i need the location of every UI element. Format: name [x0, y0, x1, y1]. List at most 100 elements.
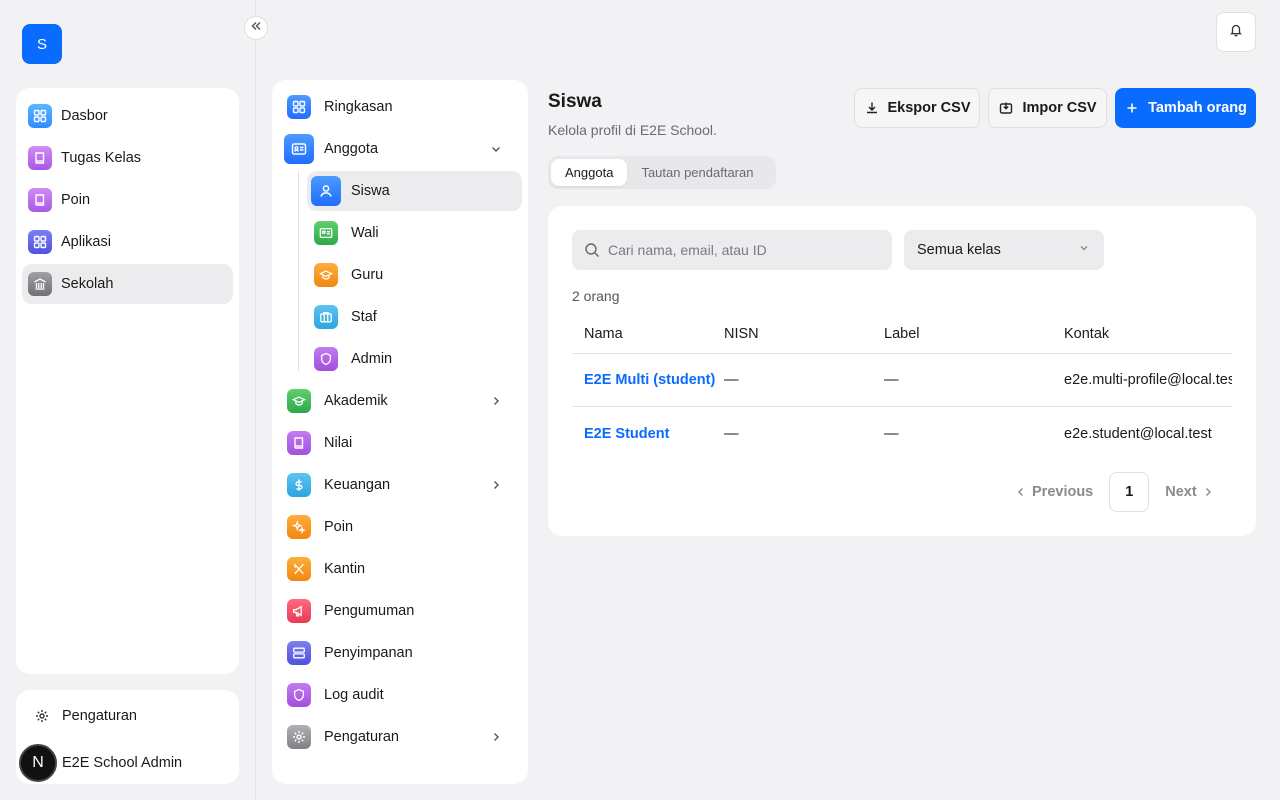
- subnav-label: Akademik: [324, 393, 388, 409]
- avatar: N: [19, 744, 57, 782]
- subnav-item-wali[interactable]: Wali: [307, 213, 522, 253]
- column-header[interactable]: Label: [884, 326, 1064, 342]
- sparkles-icon: [287, 515, 311, 539]
- subnav-item-pengumuman[interactable]: Pengumuman: [278, 591, 522, 631]
- subnav-item-log-audit[interactable]: Log audit: [278, 675, 522, 715]
- gear-icon: [34, 708, 50, 724]
- subnav-label: Penyimpanan: [324, 645, 413, 661]
- id-card-icon: [284, 134, 314, 164]
- shield-icon: [314, 347, 338, 371]
- add-person-button[interactable]: Tambah orang: [1115, 88, 1256, 128]
- sidebar-item-label: Sekolah: [61, 276, 114, 292]
- user-menu[interactable]: N E2E School Admin: [19, 744, 182, 782]
- sidebar-item-sekolah[interactable]: Sekolah: [22, 264, 233, 304]
- sidebar-item-aplikasi[interactable]: Aplikasi: [22, 222, 233, 262]
- subnav-item-nilai[interactable]: Nilai: [278, 423, 522, 463]
- subnav-item-akademik[interactable]: Akademik: [278, 381, 522, 421]
- dollar-icon: [287, 473, 311, 497]
- book-icon: [287, 431, 311, 455]
- table-row[interactable]: E2E Multi (student) — — e2e.multi-profil…: [572, 354, 1232, 407]
- nisn-cell: —: [724, 425, 739, 442]
- app-logo[interactable]: S: [22, 24, 62, 64]
- next-page-button[interactable]: Next: [1165, 484, 1212, 500]
- class-filter-select[interactable]: Semua kelas: [904, 230, 1104, 270]
- export-csv-label: Ekspor CSV: [887, 100, 971, 116]
- user-name: E2E School Admin: [62, 755, 183, 771]
- page-title: Siswa: [548, 91, 602, 112]
- subnav-label: Staf: [351, 309, 377, 325]
- export-csv-button[interactable]: Ekspor CSV: [854, 88, 980, 128]
- gear-icon: [287, 725, 311, 749]
- chevron-right-icon: [488, 477, 504, 493]
- search-input[interactable]: [608, 242, 888, 258]
- table-row[interactable]: E2E Student — — e2e.student@local.test: [572, 407, 1232, 460]
- briefcase-icon: [314, 305, 338, 329]
- page-number-button[interactable]: 1: [1109, 472, 1150, 512]
- previous-page-button[interactable]: Previous: [1016, 484, 1093, 500]
- collapse-sidebar-button[interactable]: [244, 16, 268, 40]
- subnav-label: Admin: [351, 351, 393, 367]
- previous-label: Previous: [1032, 484, 1094, 500]
- subnav-item-penyimpanan[interactable]: Penyimpanan: [278, 633, 522, 673]
- subnav-item-pengaturan[interactable]: Pengaturan: [278, 717, 522, 757]
- subnav-label: Guru: [351, 267, 384, 283]
- column-header[interactable]: Kontak: [1064, 326, 1232, 342]
- label-cell: —: [884, 372, 899, 388]
- student-name-link[interactable]: E2E Multi (student): [584, 372, 715, 388]
- graduation-cap-icon: [314, 263, 338, 287]
- subnav-label: Pengaturan: [324, 729, 399, 745]
- pagination: Previous 1 Next: [1016, 472, 1213, 512]
- subnav-item-kantin[interactable]: Kantin: [278, 549, 522, 589]
- sidebar-item-label: Aplikasi: [61, 234, 111, 250]
- column-header[interactable]: Nama: [572, 326, 724, 342]
- grid-icon: [287, 95, 311, 119]
- nisn-cell: —: [724, 372, 739, 388]
- settings-link[interactable]: Pengaturan: [34, 706, 137, 726]
- subnav-item-poin[interactable]: Poin: [278, 507, 522, 547]
- subnav-label: Nilai: [324, 435, 353, 451]
- members-table: Nama NISN Label Kontak E2E Multi (studen…: [572, 314, 1232, 460]
- class-filter-value: Semua kelas: [917, 242, 1001, 258]
- student-name-link[interactable]: E2E Student: [584, 426, 669, 442]
- chevrons-left-icon: [250, 19, 262, 37]
- grid-icon: [28, 104, 52, 128]
- column-header[interactable]: NISN: [724, 326, 884, 342]
- sidebar-footer: Pengaturan N E2E School Admin: [16, 690, 239, 784]
- book-icon: [28, 146, 52, 170]
- subnav-item-staf[interactable]: Staf: [307, 297, 522, 337]
- chevron-right-icon: [488, 729, 504, 745]
- subnav-item-guru[interactable]: Guru: [307, 255, 522, 295]
- label-cell: —: [884, 425, 899, 442]
- download-icon: [864, 100, 880, 116]
- sidebar-item-label: Tugas Kelas: [61, 150, 142, 166]
- section-nav: Ringkasan Anggota Siswa Wali Guru Staf A…: [272, 80, 528, 784]
- search-icon: [584, 242, 600, 258]
- chevron-right-icon: [1203, 487, 1213, 497]
- subnav-item-siswa[interactable]: Siswa: [307, 171, 522, 211]
- tab-tautan-pendaftaran[interactable]: Tautan pendaftaran: [627, 159, 767, 186]
- bell-icon: [1229, 23, 1243, 42]
- import-csv-button[interactable]: Impor CSV: [988, 88, 1107, 128]
- subnav-item-ringkasan[interactable]: Ringkasan: [278, 87, 522, 127]
- subnav-item-keuangan[interactable]: Keuangan: [278, 465, 522, 505]
- table-header: Nama NISN Label Kontak: [572, 314, 1232, 354]
- subnav-label: Poin: [324, 519, 354, 535]
- sidebar-item-poin[interactable]: Poin: [22, 180, 233, 220]
- notifications-button[interactable]: [1216, 12, 1256, 52]
- utensils-icon: [287, 557, 311, 581]
- user-icon: [311, 176, 341, 206]
- graduation-cap-icon: [287, 389, 311, 413]
- subnav-item-anggota[interactable]: Anggota: [278, 129, 522, 169]
- sidebar-item-label: Poin: [61, 192, 91, 208]
- subnav-item-admin[interactable]: Admin: [307, 339, 522, 379]
- sidebar-item-dasbor[interactable]: Dasbor: [22, 96, 233, 136]
- apps-icon: [28, 230, 52, 254]
- anggota-children: Siswa Wali Guru Staf Admin: [298, 171, 522, 379]
- sidebar-item-tugas-kelas[interactable]: Tugas Kelas: [22, 138, 233, 178]
- app-sidebar: S Dasbor Tugas Kelas Poin Aplikasi Sekol…: [0, 0, 256, 800]
- chevron-down-icon: [1078, 242, 1090, 258]
- chevron-right-icon: [488, 393, 504, 409]
- tab-anggota[interactable]: Anggota: [551, 159, 628, 186]
- import-csv-label: Impor CSV: [1022, 100, 1097, 116]
- subnav-label: Anggota: [324, 141, 379, 157]
